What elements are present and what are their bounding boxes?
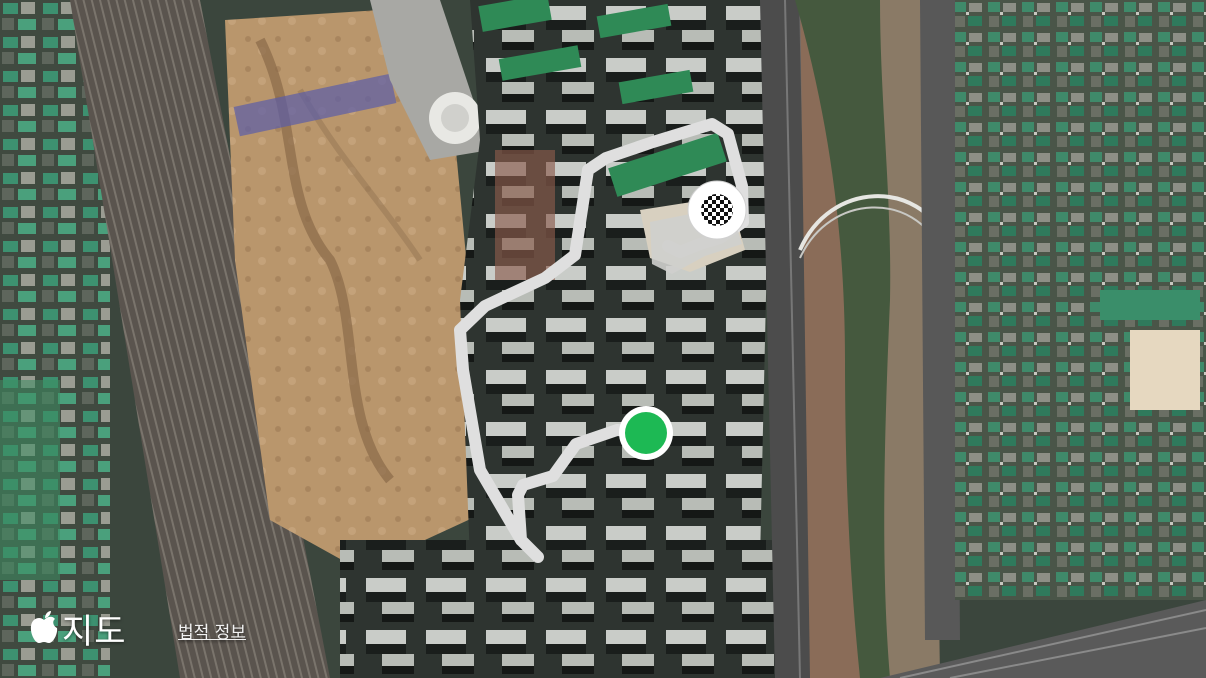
satellite-map[interactable] xyxy=(0,0,1206,678)
start-marker[interactable] xyxy=(619,406,673,460)
apple-logo-icon xyxy=(30,611,58,643)
map-attribution-logo: 지도 xyxy=(28,604,127,652)
maps-logo-text: 지도 xyxy=(62,611,127,652)
right-school-field xyxy=(1130,330,1200,410)
finish-marker[interactable] xyxy=(687,180,747,240)
legal-info-link[interactable]: 법적 정보 xyxy=(178,618,246,643)
lower-apartment-blocks xyxy=(340,540,780,678)
checkered-flag-icon xyxy=(701,194,733,226)
